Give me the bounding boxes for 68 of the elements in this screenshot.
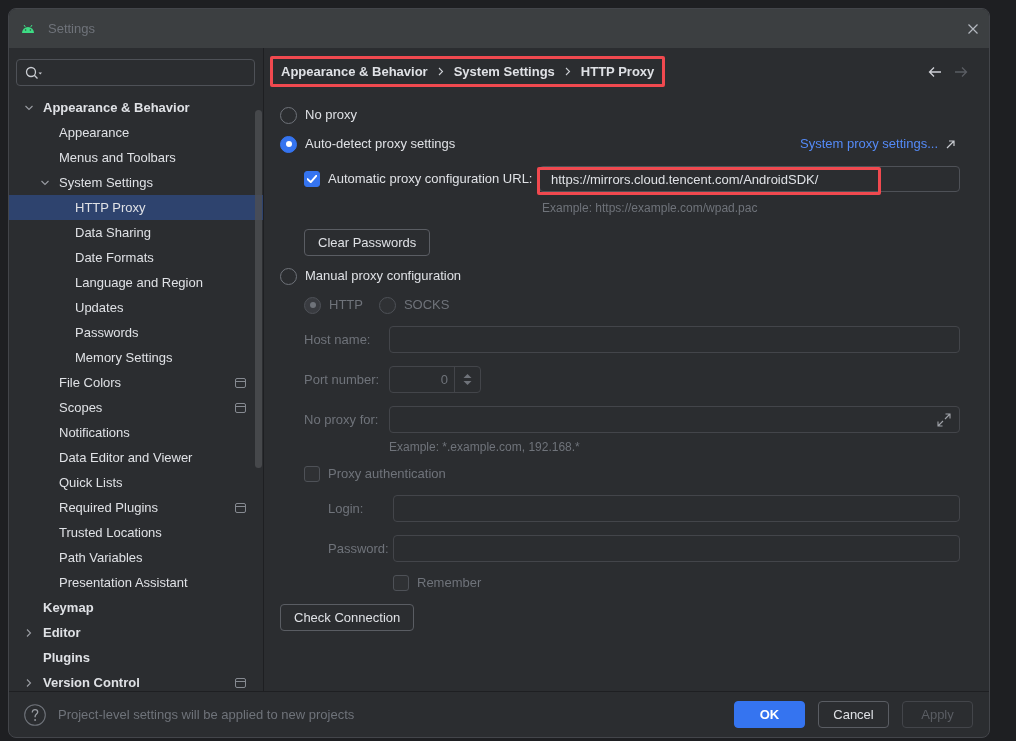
checkbox-label[interactable]: Automatic proxy configuration URL:	[320, 166, 539, 192]
system-proxy-link[interactable]: System proxy settings...	[800, 134, 938, 154]
external-link-icon[interactable]	[946, 139, 955, 149]
chevron-right-icon[interactable]	[24, 627, 34, 638]
checkmark-icon	[307, 175, 317, 183]
robot-head-icon	[21, 24, 35, 33]
breadcrumb-item: System Settings	[453, 62, 555, 81]
field-label: Host name:	[304, 330, 372, 349]
host-input[interactable]	[389, 326, 960, 353]
tree-item[interactable]: Date Formats	[9, 245, 263, 270]
help-icon[interactable]	[24, 703, 46, 726]
dialog-button[interactable]: OK	[734, 701, 805, 728]
login-input[interactable]	[393, 495, 960, 522]
url-input[interactable]: https://mirrors.cloud.tencent.com/AndroidSDK/	[539, 166, 960, 192]
tree-item[interactable]: Plugins	[9, 645, 263, 670]
tree-item[interactable]: Data Editor and Viewer	[9, 445, 263, 470]
tree-item[interactable]: Appearance	[9, 120, 263, 145]
spinner-arrows-icon[interactable]	[463, 373, 472, 386]
tree-item[interactable]: Version Control	[9, 670, 263, 691]
password-input[interactable]	[393, 535, 960, 562]
tree-item[interactable]: Data Sharing	[9, 220, 263, 245]
radio-button[interactable]	[280, 135, 297, 153]
scrollbar-thumb[interactable]	[255, 110, 262, 468]
tree-item[interactable]: Updates	[9, 295, 263, 320]
tree-item[interactable]: Editor	[9, 620, 263, 645]
tree-item[interactable]: HTTP Proxy	[9, 195, 263, 220]
radio-label[interactable]: No proxy	[305, 105, 358, 125]
search-icon[interactable]	[25, 65, 43, 80]
tree-item[interactable]: Appearance & Behavior	[9, 95, 263, 120]
close-icon[interactable]	[968, 23, 978, 34]
check-connection-button[interactable]: Check Connection	[280, 604, 415, 631]
tree-item[interactable]: Notifications	[9, 420, 263, 445]
expand-icon[interactable]	[937, 412, 951, 427]
no-proxy-input[interactable]	[389, 406, 960, 433]
forward-arrow-icon[interactable]	[954, 65, 968, 78]
checkbox[interactable]	[304, 171, 320, 187]
search-field[interactable]	[16, 59, 255, 86]
clear-passwords-button[interactable]: Clear Passwords	[304, 229, 431, 256]
field-label: Port number:	[304, 370, 381, 389]
radio-button[interactable]	[280, 106, 297, 124]
footer-hint: Project-level settings will be applied to new projects	[58, 705, 355, 724]
field-label: Login:	[328, 499, 365, 518]
hint-text: Example: https://example.com/wpad.pac	[541, 200, 759, 217]
tree-item[interactable]: Required Plugins	[9, 495, 263, 520]
chevron-right-icon[interactable]	[24, 677, 34, 688]
radio-label[interactable]: Auto-detect proxy settings	[305, 134, 456, 154]
tree-item[interactable]: Quick Lists	[9, 470, 263, 495]
tree-item[interactable]: Keymap	[9, 595, 263, 620]
tree-item[interactable]: Path Variables	[9, 545, 263, 570]
field-label: No proxy for:	[304, 410, 380, 429]
tree-item[interactable]: Presentation Assistant	[9, 570, 263, 595]
hint-text: Example: *.example.com, 192.168.*	[389, 439, 581, 456]
breadcrumb-item: HTTP Proxy	[580, 62, 655, 81]
tree-item[interactable]: Memory Settings	[9, 345, 263, 370]
tree-item[interactable]: Trusted Locations	[9, 520, 263, 545]
tree-item[interactable]: Passwords	[9, 320, 263, 345]
tree-item[interactable]: File Colors	[9, 370, 263, 395]
back-arrow-icon[interactable]	[928, 65, 942, 78]
tree-item[interactable]: Scopes	[9, 395, 263, 420]
field-label: Password:	[328, 539, 390, 558]
tree-item[interactable]: Menus and Toolbars	[9, 145, 263, 170]
breadcrumb-item: Appearance & Behavior	[281, 62, 428, 81]
chevron-right-icon	[564, 67, 571, 76]
window-title: Settings	[48, 19, 95, 38]
tree-item[interactable]: Language and Region	[9, 270, 263, 295]
dialog-button[interactable]: Cancel	[818, 701, 889, 728]
tree-item[interactable]: System Settings	[9, 170, 263, 195]
chevron-right-icon	[437, 67, 444, 76]
